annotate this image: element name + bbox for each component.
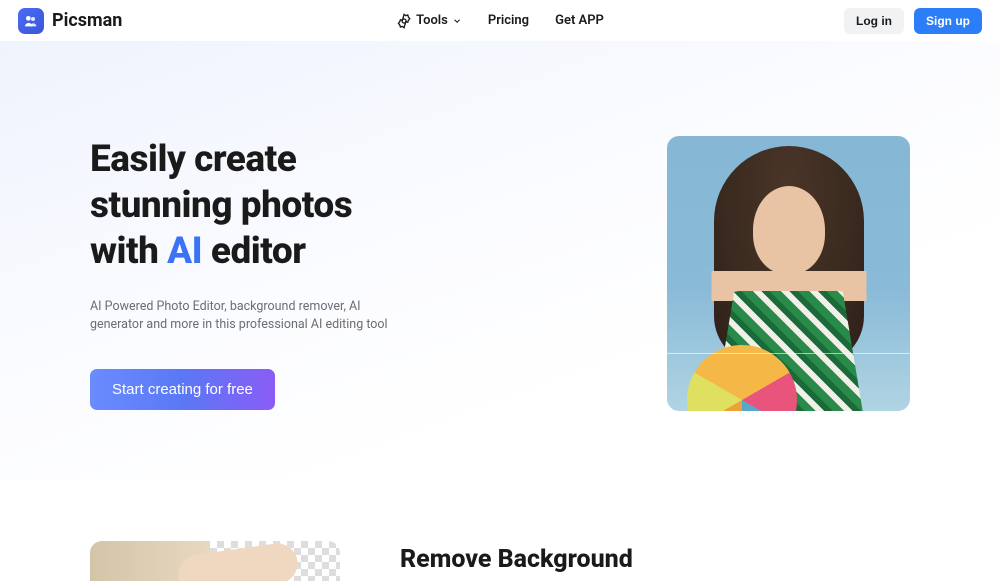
hero-subtitle: AI Powered Photo Editor, background remo…	[90, 298, 390, 336]
logo[interactable]: Picsman	[18, 8, 122, 34]
nav-pricing[interactable]: Pricing	[488, 13, 529, 28]
section2-inner: Remove Background	[90, 541, 910, 581]
nav-getapp[interactable]: Get APP	[555, 13, 604, 28]
nav-tools-label: Tools	[416, 13, 448, 28]
nav-pricing-label: Pricing	[488, 13, 529, 28]
hero-title-line3-post: editor	[202, 230, 305, 273]
hero-image-scene	[667, 136, 910, 411]
nav-tools[interactable]: Tools	[396, 13, 462, 29]
login-button[interactable]: Log in	[844, 8, 904, 34]
hero-section: Easily create stunning photos with AI ed…	[0, 41, 1000, 481]
hero-title-line3-pre: with	[90, 230, 167, 273]
hero-title-line1: Easily create	[90, 138, 296, 181]
nav-getapp-label: Get APP	[555, 13, 604, 28]
brand-name: Picsman	[52, 10, 122, 31]
person-face	[753, 186, 825, 274]
signup-button[interactable]: Sign up	[914, 8, 982, 34]
chevron-down-icon	[452, 16, 462, 26]
hero-inner: Easily create stunning photos with AI ed…	[90, 136, 910, 411]
slice-line	[667, 353, 910, 354]
remove-bg-title: Remove Background	[400, 541, 633, 574]
hero-image	[667, 136, 910, 411]
hero-left: Easily create stunning photos with AI ed…	[90, 137, 607, 410]
remove-bg-image	[90, 541, 340, 581]
header: Picsman Tools Pricing Get APP Log in Sig…	[0, 0, 1000, 41]
hero-title-ai: AI	[167, 230, 202, 273]
remove-bg-section: Remove Background	[0, 481, 1000, 581]
start-creating-button[interactable]: Start creating for free	[90, 369, 275, 410]
nav-center: Tools Pricing Get APP	[396, 13, 604, 29]
tools-settings-icon	[396, 13, 412, 29]
hero-title-line2: stunning photos	[90, 184, 352, 227]
logo-icon	[18, 8, 44, 34]
nav-right: Log in Sign up	[844, 8, 982, 34]
hero-title: Easily create stunning photos with AI ed…	[90, 137, 607, 276]
